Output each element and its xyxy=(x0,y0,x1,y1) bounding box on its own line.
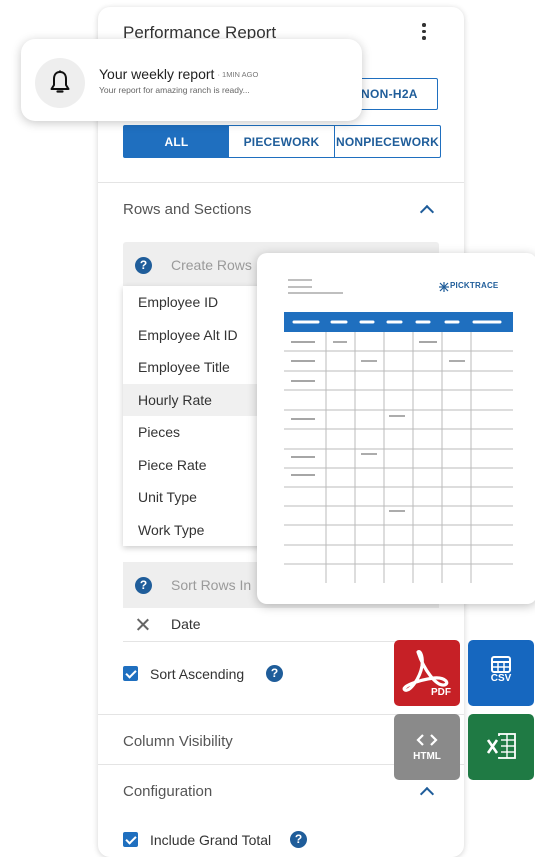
divider xyxy=(123,641,439,642)
help-icon[interactable]: ? xyxy=(266,665,283,682)
sort-ascending-label: Sort Ascending xyxy=(150,666,245,682)
column-visibility-header[interactable]: Column Visibility xyxy=(123,733,233,750)
chevron-up-icon[interactable] xyxy=(419,786,435,802)
more-options-icon[interactable] xyxy=(422,23,426,43)
notification-body: Your report for amazing ranch is ready..… xyxy=(99,85,250,95)
chevron-up-icon[interactable] xyxy=(419,204,435,220)
bell-icon xyxy=(35,58,85,108)
grand-total-label: Include Grand Total xyxy=(150,832,272,848)
report-preview-card: PICKTRACE xyxy=(257,253,535,604)
rows-sections-header[interactable]: Rows and Sections xyxy=(123,201,251,218)
csv-label: CSV xyxy=(490,673,512,684)
notification-title: Your weekly report · 1MIN AGO xyxy=(99,66,259,82)
help-icon[interactable]: ? xyxy=(135,577,152,594)
excel-icon xyxy=(485,733,516,759)
help-icon[interactable]: ? xyxy=(290,831,307,848)
notification-time: · 1MIN AGO xyxy=(217,70,259,79)
tab-all[interactable]: ALL xyxy=(124,126,229,157)
help-icon[interactable]: ? xyxy=(135,257,152,274)
report-thumbnail xyxy=(284,279,513,583)
tab-piecework[interactable]: PIECEWORK xyxy=(229,126,335,157)
create-rows-placeholder: Create Rows xyxy=(171,257,252,273)
pdf-label: PDF xyxy=(431,687,451,698)
export-pdf-button[interactable]: PDF xyxy=(394,640,460,706)
sort-rows-placeholder: Sort Rows In xyxy=(171,577,252,593)
configuration-header[interactable]: Configuration xyxy=(123,783,212,800)
export-excel-button[interactable] xyxy=(468,714,534,780)
sort-chip-date: Date xyxy=(123,609,439,641)
tab-nonpiecework[interactable]: NONPIECEWORK xyxy=(335,126,440,157)
export-csv-button[interactable]: CSV xyxy=(468,640,534,706)
sort-value: Date xyxy=(171,616,201,632)
divider xyxy=(98,182,464,183)
brand-logo: PICKTRACE xyxy=(450,281,499,290)
notification-card[interactable]: Your weekly report · 1MIN AGO Your report… xyxy=(21,39,362,121)
close-icon[interactable] xyxy=(137,618,149,630)
sort-ascending-checkbox[interactable] xyxy=(123,666,138,681)
visa-filter-button[interactable]: NON-H2A xyxy=(354,78,438,110)
html-label: HTML xyxy=(413,751,441,762)
pay-type-tabs: ALL PIECEWORK NONPIECEWORK xyxy=(123,125,441,158)
code-icon xyxy=(416,734,438,746)
grand-total-checkbox[interactable] xyxy=(123,832,138,847)
export-html-button[interactable]: HTML xyxy=(394,714,460,780)
